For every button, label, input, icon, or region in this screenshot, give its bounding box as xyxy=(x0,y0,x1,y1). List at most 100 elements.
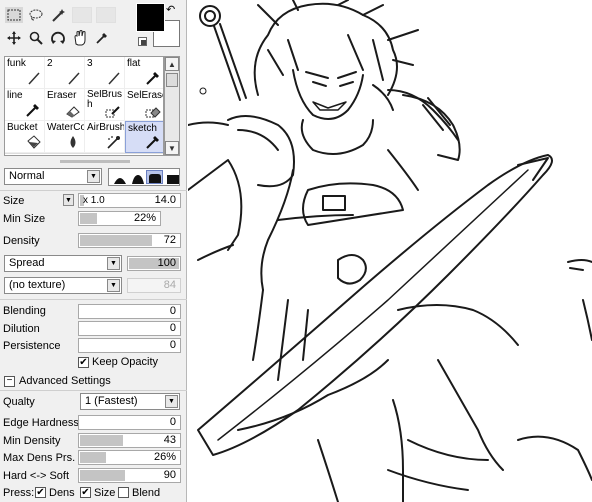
brush-3[interactable]: 3 xyxy=(85,57,125,89)
quality-select[interactable]: 1 (Fastest) ▼ xyxy=(80,393,180,410)
rect-select-tool-icon[interactable] xyxy=(5,7,23,23)
keep-opacity-label: Keep Opacity xyxy=(92,356,159,368)
brush-label: funk xyxy=(7,58,26,69)
scroll-thumb[interactable] xyxy=(166,73,178,87)
blending-slider[interactable]: 0 xyxy=(78,304,181,319)
max-dens-prs-slider[interactable]: 26% xyxy=(78,450,181,465)
empty-tool-slot xyxy=(72,7,92,23)
brush-shape-hard-icon[interactable] xyxy=(146,170,163,184)
magic-wand-tool-icon[interactable] xyxy=(49,7,67,23)
watercolor-icon xyxy=(70,136,76,148)
brush-selerase[interactable]: SelErase xyxy=(125,89,164,121)
brush-shape-medium-icon[interactable] xyxy=(129,170,146,184)
press-blend-checkbox[interactable] xyxy=(118,487,129,498)
size-label: Size xyxy=(3,195,25,207)
foreground-color-swatch[interactable] xyxy=(136,3,165,32)
press-size-checkbox[interactable]: ✔ xyxy=(80,487,91,498)
spread-select[interactable]: Spread ▼ xyxy=(4,255,122,272)
brush-label: 3 xyxy=(87,58,93,69)
scroll-down-icon[interactable]: ▼ xyxy=(165,141,179,155)
swap-colors-icon[interactable]: ↶ xyxy=(166,3,175,16)
blend-mode-value: Normal xyxy=(9,170,45,182)
blending-value: 0 xyxy=(169,305,176,317)
density-slider[interactable]: 72 xyxy=(78,233,181,248)
texture-select[interactable]: (no texture) ▼ xyxy=(4,277,122,294)
chevron-down-icon: ▼ xyxy=(107,279,120,292)
brush-line[interactable]: line xyxy=(5,89,45,121)
edge-hardness-slider[interactable]: 0 xyxy=(78,415,181,430)
brush-funk[interactable]: funk xyxy=(5,57,45,89)
drawing-canvas[interactable] xyxy=(188,0,592,502)
edge-hardness-value: 0 xyxy=(169,416,176,428)
scroll-up-icon[interactable]: ▲ xyxy=(165,57,179,71)
max-dens-prs-label: Max Dens Prs. xyxy=(3,452,76,464)
brush-selbrush[interactable]: SelBrush xyxy=(85,89,125,121)
brush-shape-soft-icon[interactable] xyxy=(111,170,128,184)
blending-label: Blending xyxy=(3,305,46,317)
press-size-label: Size xyxy=(94,487,116,499)
reset-colors-icon[interactable] xyxy=(138,37,147,46)
pen-brush-icon xyxy=(68,72,80,85)
quality-label: Qualty xyxy=(3,396,35,408)
press-dens-checkbox[interactable]: ✔ xyxy=(35,487,46,498)
texture-select-value: (no texture) xyxy=(9,279,66,291)
eyedropper-tool-icon[interactable] xyxy=(93,30,111,46)
spread-slider[interactable]: 100 xyxy=(127,256,181,271)
hand-tool-icon[interactable] xyxy=(71,30,89,46)
size-slider[interactable]: x 1.0 14.0 xyxy=(78,193,181,208)
size-value: 14.0 xyxy=(154,194,176,206)
hard-soft-slider[interactable]: 90 xyxy=(78,468,181,483)
brush-flat[interactable]: flat xyxy=(125,57,163,89)
brush-icon xyxy=(26,104,39,117)
density-label: Density xyxy=(3,235,40,247)
move-tool-icon[interactable] xyxy=(5,30,23,46)
brush-label: 2 xyxy=(47,58,53,69)
press-blend-label: Blend xyxy=(132,487,161,499)
splitter-handle[interactable] xyxy=(60,160,130,163)
brush-sketch[interactable]: sketch xyxy=(125,121,163,153)
size-multiplier: x 1.0 xyxy=(83,195,105,206)
min-size-label: Min Size xyxy=(3,213,46,225)
min-size-value: 22% xyxy=(133,212,156,224)
keep-opacity-checkbox[interactable]: ✔ xyxy=(78,357,89,368)
max-dens-prs-value: 26% xyxy=(153,451,176,463)
brush-eraser[interactable]: Eraser xyxy=(45,89,85,121)
size-multiplier-dropdown-icon[interactable]: ▼ xyxy=(63,194,74,206)
brush-airbrush[interactable]: AirBrush xyxy=(85,121,125,153)
brush-bucket[interactable]: Bucket xyxy=(5,121,45,153)
divider xyxy=(0,390,187,391)
dilution-slider[interactable]: 0 xyxy=(78,321,181,336)
rotate-tool-icon[interactable] xyxy=(49,30,67,46)
spread-select-value: Spread xyxy=(9,257,45,269)
brush-waterco[interactable]: WaterCo xyxy=(45,121,85,153)
persistence-value: 0 xyxy=(169,339,176,351)
blend-mode-select[interactable]: Normal ▼ xyxy=(4,168,102,185)
collapse-toggle-icon[interactable]: − xyxy=(4,376,15,387)
collapse-toggle-glyph: − xyxy=(6,375,13,386)
press-dens-label: Dens xyxy=(49,487,75,499)
density-value: 72 xyxy=(163,234,176,246)
brush-scrollbar[interactable]: ▲ ▼ xyxy=(164,56,180,156)
chevron-down-icon: ▼ xyxy=(107,257,120,270)
spread-value: 100 xyxy=(157,257,176,269)
empty-tool-slot xyxy=(96,7,116,23)
zoom-tool-icon[interactable] xyxy=(27,30,45,46)
persistence-slider[interactable]: 0 xyxy=(78,338,181,353)
divider xyxy=(0,299,187,300)
min-density-slider[interactable]: 43 xyxy=(78,433,181,448)
selection-brush-icon xyxy=(105,106,120,118)
brush-2[interactable]: 2 xyxy=(45,57,85,89)
min-size-slider[interactable]: 22% xyxy=(78,211,161,226)
brush-label: WaterCo xyxy=(47,122,84,133)
chevron-down-icon: ▼ xyxy=(165,395,178,408)
advanced-settings-title: Advanced Settings xyxy=(19,375,111,387)
lasso-tool-icon[interactable] xyxy=(27,7,45,23)
brush-label: SelErase xyxy=(127,90,164,101)
texture-value: 84 xyxy=(163,279,176,291)
brush-shape-square-icon[interactable] xyxy=(164,170,181,184)
brush-label: sketch xyxy=(128,123,157,134)
pen-brush-icon xyxy=(108,72,120,85)
quality-value: 1 (Fastest) xyxy=(85,395,138,407)
min-density-label: Min Density xyxy=(3,435,61,447)
brush-shape-selector xyxy=(108,168,180,186)
